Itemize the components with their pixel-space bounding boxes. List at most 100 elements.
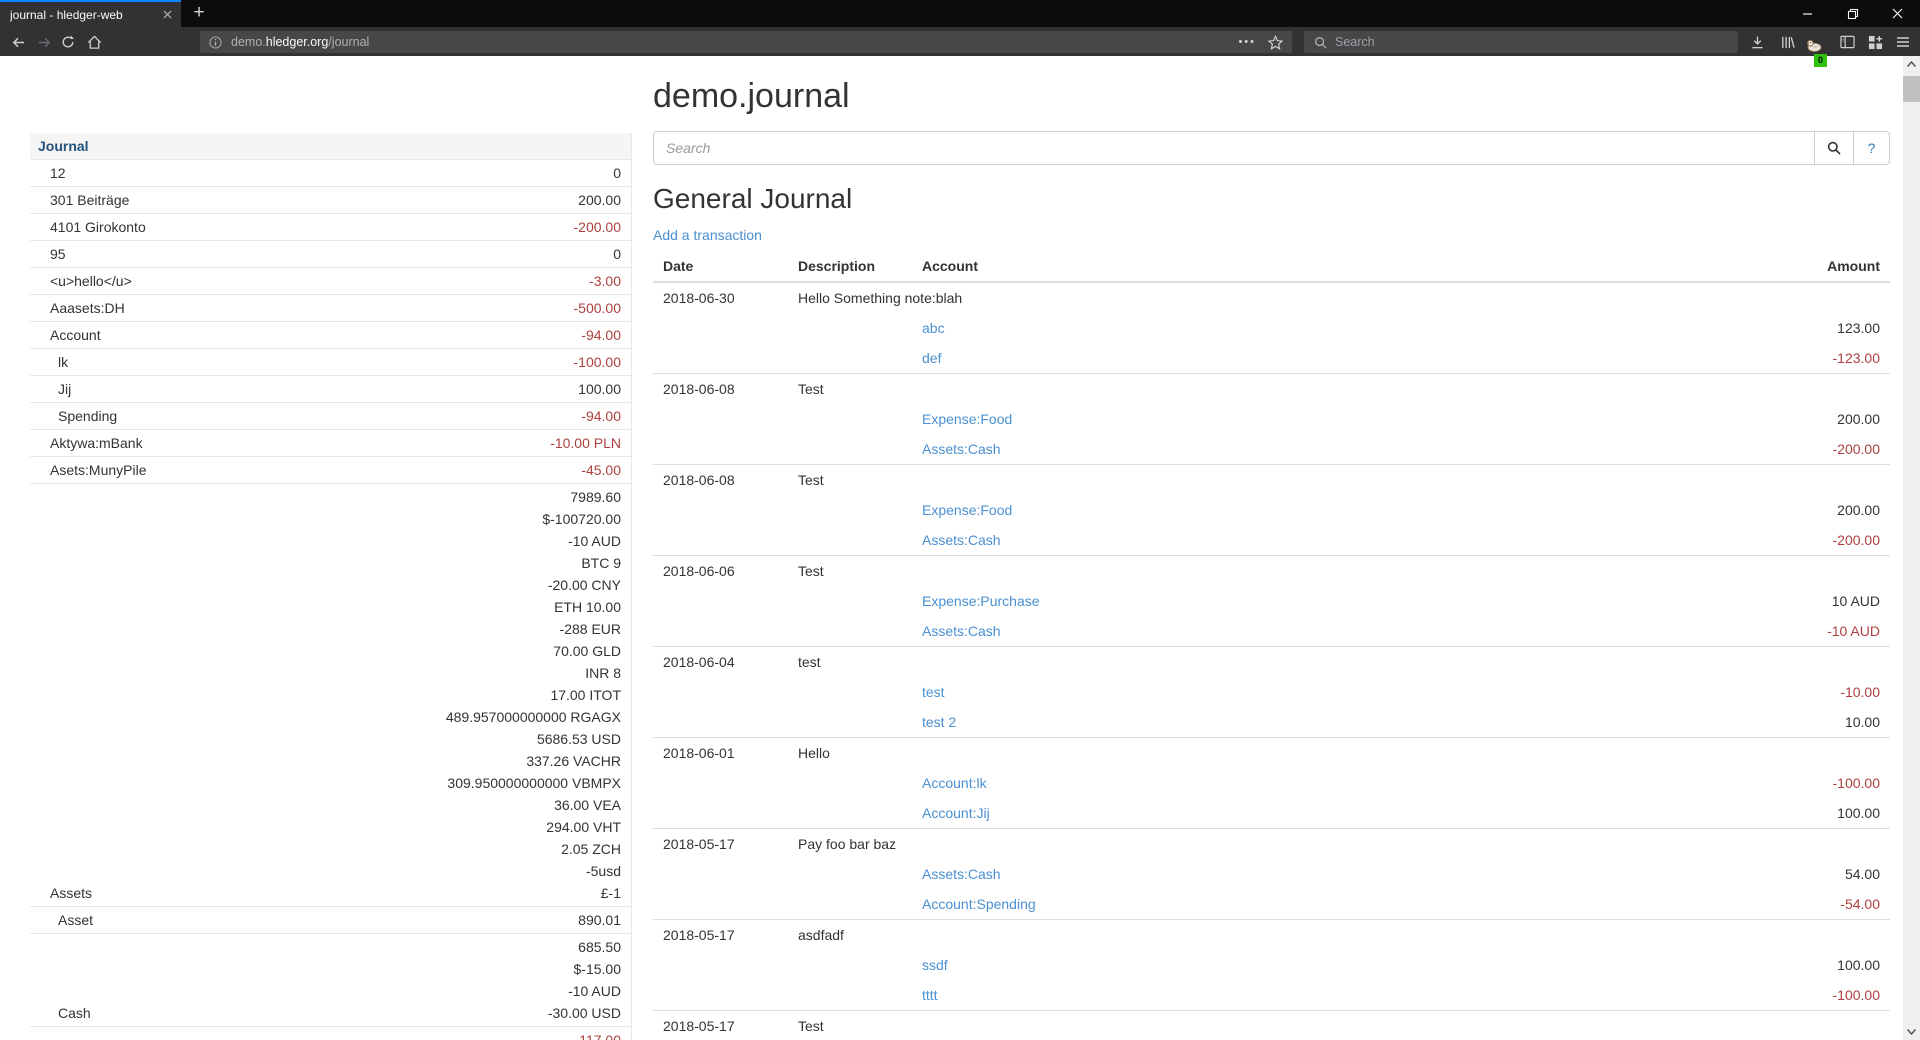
posting-row: ssdf100.00 <box>653 950 1890 980</box>
site-info-icon[interactable] <box>209 36 222 49</box>
transaction-date: 2018-06-30 <box>653 282 788 313</box>
new-tab-button[interactable]: + <box>185 0 213 27</box>
sidebar-accounts-table: Journal 120301 Beiträge200.004101 Giroko… <box>30 133 632 1040</box>
transaction-date: 2018-06-01 <box>653 738 788 769</box>
account-link[interactable]: Spending <box>58 408 117 424</box>
posting-account-link[interactable]: ssdf <box>922 957 948 973</box>
account-balance: -94.00 <box>276 405 621 427</box>
posting-account-link[interactable]: Assets:Cash <box>922 866 1001 882</box>
posting-account-link[interactable]: Account:Spending <box>922 896 1036 912</box>
posting-amount: -200.00 <box>1551 434 1890 465</box>
account-balance: -288 EUR <box>276 618 621 640</box>
account-row: Spending -94.00 <box>30 403 632 430</box>
account-balance: -3.00 <box>276 270 621 292</box>
posting-account-link[interactable]: Expense:Food <box>922 502 1012 518</box>
account-balance: 200.00 <box>276 189 621 211</box>
browser-search-field[interactable]: Search <box>1304 31 1738 53</box>
account-link[interactable]: 301 Beiträge <box>50 192 129 208</box>
menu-hamburger-icon[interactable] <box>1892 31 1914 53</box>
account-name-cell: Account <box>30 322 266 349</box>
add-transaction-link[interactable]: Add a transaction <box>653 227 762 243</box>
posting-amount: -54.00 <box>1551 889 1890 920</box>
posting-account-link[interactable]: Expense:Purchase <box>922 593 1040 609</box>
window-controls <box>1785 0 1920 27</box>
browser-window: journal - hledger-web + <box>0 0 1920 1040</box>
posting-account-link[interactable]: tttt <box>922 987 938 1003</box>
reload-icon[interactable] <box>56 30 80 54</box>
apps-grid-plus-icon[interactable] <box>1864 31 1886 53</box>
transaction-date: 2018-06-06 <box>653 556 788 587</box>
account-link[interactable]: Aktywa:mBank <box>50 435 143 451</box>
posting-indent-cell <box>653 677 912 707</box>
transaction-description: test <box>788 647 1551 678</box>
download-icon[interactable] <box>1746 31 1768 53</box>
transaction-row: 2018-06-01Hello <box>653 738 1890 769</box>
posting-account-link[interactable]: abc <box>922 320 945 336</box>
account-balance: 36.00 VEA <box>276 794 621 816</box>
account-link[interactable]: 4101 Girokonto <box>50 219 146 235</box>
library-icon[interactable] <box>1776 31 1798 53</box>
bookmark-star-icon[interactable] <box>1268 35 1283 50</box>
scroll-up-arrow-icon[interactable] <box>1903 56 1920 72</box>
account-link[interactable]: 95 <box>50 246 66 262</box>
posting-amount: -10.00 <box>1551 677 1890 707</box>
posting-account-link[interactable]: test 2 <box>922 714 956 730</box>
account-balance: 890.01 <box>276 909 621 931</box>
account-link[interactable]: <u>hello</u> <box>50 273 132 289</box>
home-icon[interactable] <box>82 30 106 54</box>
transaction-date: 2018-05-17 <box>653 829 788 860</box>
account-balance: -94.00 <box>276 324 621 346</box>
account-link[interactable]: Jij <box>58 381 71 397</box>
posting-account-link[interactable]: Expense:Food <box>922 411 1012 427</box>
close-window-button[interactable] <box>1875 0 1920 27</box>
account-balance: -500.00 <box>276 297 621 319</box>
page-actions-icon[interactable]: ••• <box>1238 36 1256 48</box>
minimize-button[interactable] <box>1785 0 1830 27</box>
account-link[interactable]: Account <box>50 327 101 343</box>
account-link[interactable]: lk <box>58 354 68 370</box>
account-link[interactable]: Assets <box>50 885 92 901</box>
posting-account-link[interactable]: Account:lk <box>922 775 987 791</box>
browser-tab[interactable]: journal - hledger-web <box>0 0 181 27</box>
account-link[interactable]: Asets:MunyPile <box>50 462 146 478</box>
url-bar[interactable]: demo.hledger.org/journal ••• <box>200 31 1292 53</box>
account-link[interactable]: Asset <box>58 912 93 928</box>
journal-search-button[interactable] <box>1814 131 1854 165</box>
account-balance: -10 AUD <box>276 530 621 552</box>
account-name-cell: Aktywa:mBank <box>30 430 266 457</box>
page-scrollbar[interactable] <box>1903 56 1920 1040</box>
scroll-down-arrow-icon[interactable] <box>1903 1024 1920 1040</box>
tab-bar: journal - hledger-web + <box>0 0 1920 27</box>
posting-account-link[interactable]: Assets:Cash <box>922 532 1001 548</box>
account-link[interactable]: Aaasets:DH <box>50 300 125 316</box>
scrollbar-thumb[interactable] <box>1903 76 1920 102</box>
sidebar-toggle-icon[interactable] <box>1836 31 1858 53</box>
posting-row: Assets:Cash -200.00 <box>653 434 1890 465</box>
account-row: Asets:MunyPile-45.00 <box>30 457 632 484</box>
posting-account-link[interactable]: test <box>922 684 945 700</box>
posting-account-cell: Assets:Cash <box>912 616 1551 647</box>
transaction-date: 2018-06-08 <box>653 374 788 405</box>
posting-account-cell: Expense:Food <box>912 404 1551 434</box>
tab-close-icon[interactable] <box>157 5 177 25</box>
account-balance: 70.00 GLD <box>276 640 621 662</box>
account-name-cell: 4101 Girokonto <box>30 214 266 241</box>
posting-account-link[interactable]: Account:Jij <box>922 805 990 821</box>
section-heading: General Journal <box>653 183 1890 215</box>
posting-account-link[interactable]: Assets:Cash <box>922 623 1001 639</box>
search-help-button[interactable]: ? <box>1853 131 1890 165</box>
extension-duck-icon[interactable] <box>1803 34 1825 56</box>
account-row: Aktywa:mBank-10.00 PLN <box>30 430 632 457</box>
journal-search-input[interactable] <box>653 131 1815 165</box>
restore-button[interactable] <box>1830 0 1875 27</box>
account-balance: ETH 10.00 <box>276 596 621 618</box>
forward-icon[interactable] <box>32 30 56 54</box>
account-row: Aaasets:DH -500.00 <box>30 295 632 322</box>
journal-link[interactable]: Journal <box>38 138 89 154</box>
posting-row: Assets:Cash-10 AUD <box>653 616 1890 647</box>
back-icon[interactable] <box>6 30 30 54</box>
posting-account-link[interactable]: def <box>922 350 941 366</box>
posting-account-link[interactable]: Assets:Cash <box>922 441 1001 457</box>
account-link[interactable]: 12 <box>50 165 66 181</box>
account-link[interactable]: Cash <box>58 1005 91 1021</box>
